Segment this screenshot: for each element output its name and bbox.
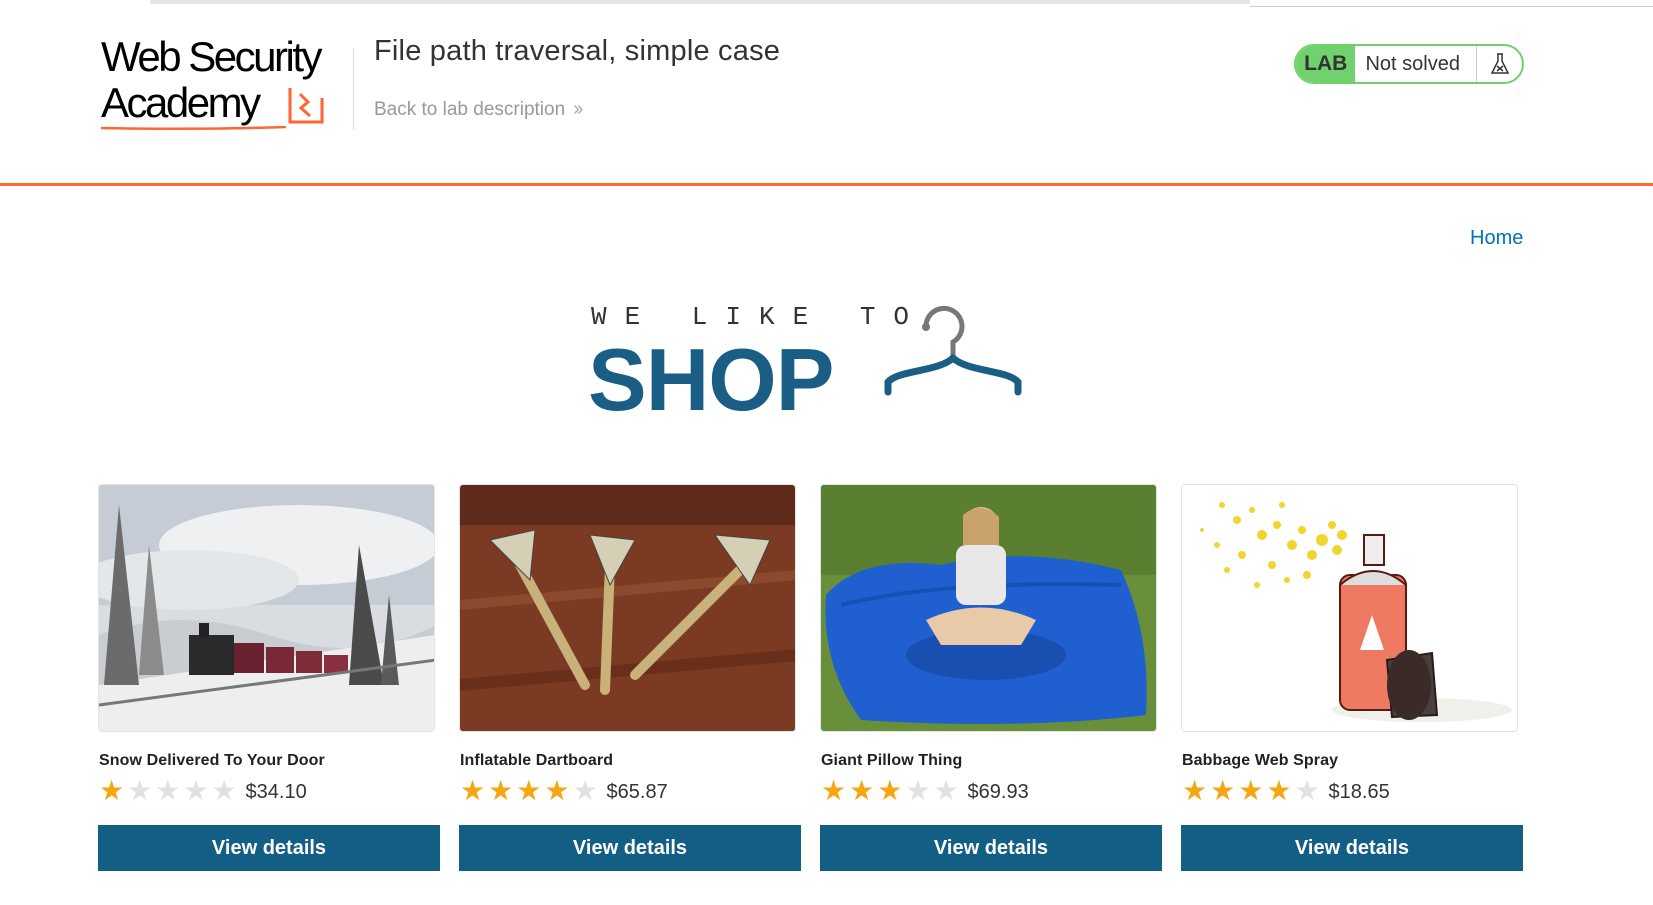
product-image-web-spray — [1181, 484, 1518, 732]
logo-underline — [101, 126, 286, 130]
view-details-button[interactable]: View details — [98, 825, 440, 871]
product-image-darts — [459, 484, 796, 732]
product-image-snow-train — [98, 484, 435, 732]
product-name: Babbage Web Spray — [1182, 752, 1339, 769]
banner-shop-text: SHOP — [588, 330, 834, 429]
lab-title: File path traversal, simple case — [374, 35, 781, 67]
star-empty-icon: ★ — [155, 775, 181, 806]
product-price: $69.93 — [967, 781, 1029, 803]
product-price: $34.10 — [245, 781, 307, 803]
star-filled-icon: ★ — [1210, 775, 1236, 806]
logo-line-2: Academy — [101, 79, 261, 126]
star-empty-icon: ★ — [933, 775, 959, 806]
product-rating: ★ ★ ★ ★ ★ $18.65 — [1182, 776, 1390, 806]
clothes-hanger-icon — [884, 305, 1022, 396]
product-rating: ★ ★ ★ ★ ★ $69.93 — [821, 776, 1029, 806]
back-link-label: Back to lab description — [374, 98, 566, 120]
star-filled-icon: ★ — [544, 775, 570, 806]
star-filled-icon: ★ — [99, 775, 125, 806]
shop-banner: WE LIKE TO SHOP — [588, 300, 1028, 429]
lab-tag: LAB — [1296, 46, 1356, 82]
star-filled-icon: ★ — [488, 775, 514, 806]
product-card: Babbage Web Spray ★ ★ ★ ★ ★ $18.65 View … — [1181, 484, 1523, 871]
web-security-academy-logo[interactable]: Web Security Academy — [101, 36, 351, 132]
star-filled-icon: ★ — [1182, 775, 1208, 806]
star-empty-icon: ★ — [572, 775, 598, 806]
star-filled-icon: ★ — [849, 775, 875, 806]
flask-icon — [1476, 46, 1522, 82]
banner-tagline: WE LIKE TO — [591, 302, 928, 332]
logo-mark-icon — [288, 88, 324, 124]
product-rating: ★ ★ ★ ★ ★ $34.10 — [99, 776, 307, 806]
view-details-button[interactable]: View details — [820, 825, 1162, 871]
star-filled-icon: ★ — [460, 775, 486, 806]
product-card: Snow Delivered To Your Door ★ ★ ★ ★ ★ $3… — [98, 484, 440, 871]
header-divider — [353, 48, 354, 130]
lab-status-widget: LAB Not solved — [1294, 44, 1524, 84]
nav-home-link[interactable]: Home — [1470, 227, 1523, 250]
product-card: Giant Pillow Thing ★ ★ ★ ★ ★ $69.93 View… — [820, 484, 1162, 871]
back-to-lab-description-link[interactable]: Back to lab description ›› — [374, 98, 584, 121]
star-empty-icon: ★ — [211, 775, 237, 806]
product-image-giant-pillow — [820, 484, 1157, 732]
star-empty-icon: ★ — [127, 775, 153, 806]
product-rating: ★ ★ ★ ★ ★ $65.87 — [460, 776, 668, 806]
view-details-button[interactable]: View details — [1181, 825, 1523, 871]
double-chevron-right-icon: ›› — [573, 98, 583, 120]
star-empty-icon: ★ — [183, 775, 209, 806]
browser-top-line — [150, 0, 1250, 4]
star-filled-icon: ★ — [877, 775, 903, 806]
lab-status-text: Not solved — [1365, 52, 1460, 75]
product-price: $18.65 — [1328, 781, 1390, 803]
star-filled-icon: ★ — [821, 775, 847, 806]
academy-header: Web Security Academy File path traversal… — [0, 8, 1653, 186]
star-filled-icon: ★ — [516, 775, 542, 806]
product-card: Inflatable Dartboard ★ ★ ★ ★ ★ $65.87 Vi… — [459, 484, 801, 871]
logo-line-1: Web Security — [101, 33, 323, 80]
star-filled-icon: ★ — [1238, 775, 1264, 806]
star-filled-icon: ★ — [1266, 775, 1292, 806]
product-price: $65.87 — [606, 781, 668, 803]
star-empty-icon: ★ — [905, 775, 931, 806]
view-details-button[interactable]: View details — [459, 825, 801, 871]
browser-top-line-right — [1250, 6, 1653, 7]
star-empty-icon: ★ — [1294, 775, 1320, 806]
product-name: Inflatable Dartboard — [460, 752, 614, 769]
product-name: Giant Pillow Thing — [821, 752, 963, 769]
product-name: Snow Delivered To Your Door — [99, 752, 325, 769]
